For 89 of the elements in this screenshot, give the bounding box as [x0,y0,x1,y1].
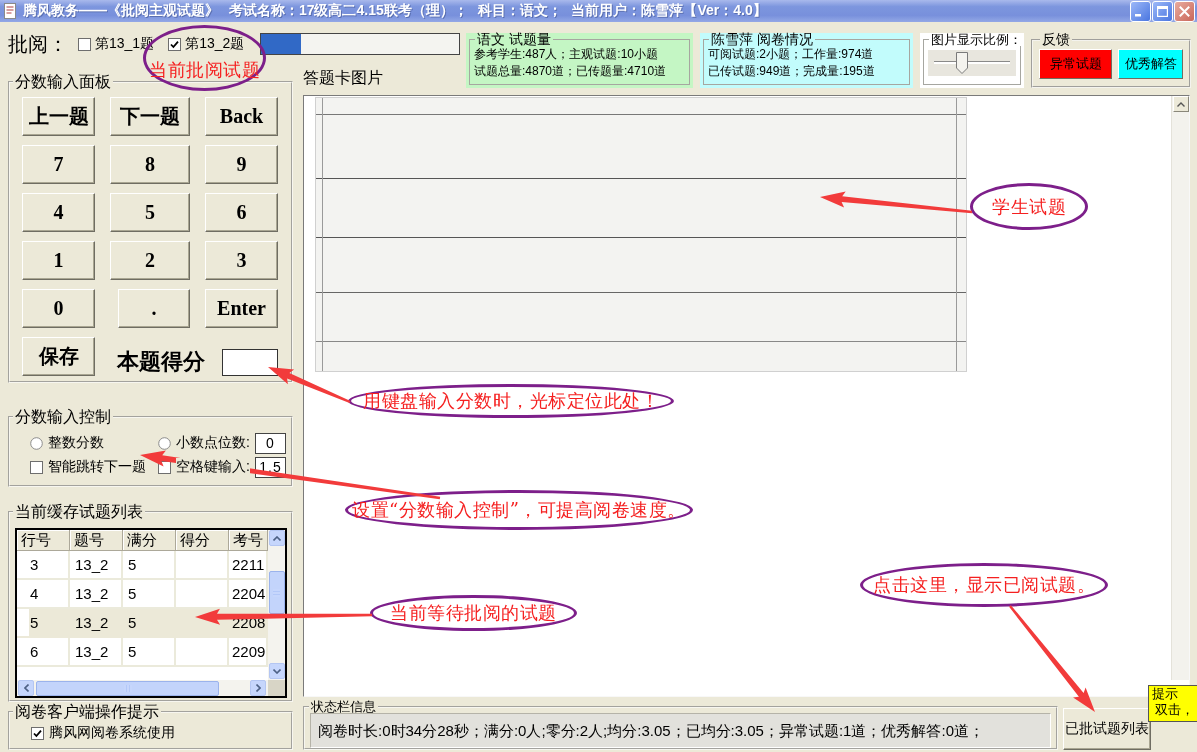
column-header[interactable]: 题号 [70,530,123,551]
scrollbar-corner [268,680,285,696]
number-input-field[interactable]: 0 [255,432,286,454]
keypad-button[interactable]: 5 [110,193,190,232]
keypad-button[interactable]: 3 [205,241,278,280]
save-button[interactable]: 保存 [22,337,95,376]
group-title: 状态栏信息 [310,700,377,713]
keypad-button[interactable]: 9 [205,145,278,184]
option-label[interactable]: 小数点位数: [176,434,250,452]
scroll-right-button[interactable] [250,680,266,696]
group-title: 图片显示比例： [930,33,1023,46]
scroll-up-button[interactable] [268,530,285,546]
document-icon [4,3,16,19]
close-button[interactable] [1174,0,1195,22]
table-cell: 5 [17,609,70,638]
option-label[interactable]: 智能跳转下一题 [48,458,146,476]
callout-bubble: 学生试题 [970,183,1088,230]
column-header[interactable]: 满分 [123,530,176,551]
column-header[interactable]: 得分 [176,530,229,551]
scrollbar-thumb[interactable] [36,680,219,696]
close-icon [1179,5,1190,17]
keypad-button[interactable]: . [118,289,190,328]
keypad-button[interactable]: 2 [110,241,190,280]
stats-line: 可阅试题:2小题；工作量:974道 [708,46,875,63]
option-label[interactable]: 整数分数 [48,434,104,452]
keypad-button[interactable]: Back [205,97,278,136]
maximize-icon [1157,5,1168,17]
stats-line: 参考学生:487人；主观试题:10小题 [474,46,660,63]
score-input-field[interactable] [222,349,278,376]
keypad-button[interactable]: 7 [22,145,95,184]
table-row[interactable]: 6 13_2 5 2209 [17,638,268,667]
option-label[interactable]: 腾风网阅卷系统使用 [49,724,175,742]
callout-bubble: 用键盘输入分数时，光标定位此处！ [348,384,674,418]
keypad-button[interactable]: 1 [22,241,95,280]
checkbox[interactable] [31,726,44,740]
table-cell-text: 5 [127,613,138,633]
minimize-icon [1135,14,1141,17]
table-cell: 5 [123,638,176,667]
checkbox[interactable] [78,37,91,51]
feedback-button[interactable]: 异常试题 [1039,49,1113,79]
maximize-button[interactable] [1152,0,1173,22]
table-row[interactable]: 4 13_2 5 2204 [17,580,268,609]
keypad-button[interactable]: 8 [110,145,190,184]
checkbox[interactable] [30,460,43,474]
review-label: 批阅： [8,31,68,57]
group-title: 阅卷客户端操作提示 [14,703,160,721]
group-title: 反馈 [1041,33,1071,46]
table-cell: 13_2 [70,638,123,667]
keypad-button[interactable]: 0 [22,289,95,328]
scroll-down-button[interactable] [268,663,285,679]
callout-bubble: 点击这里，显示已阅试题。 [860,563,1108,607]
slider-thumb[interactable] [956,52,969,74]
scrollbar-thumb[interactable] [268,571,285,614]
panel-title: 陈雪萍 阅卷情况 [710,33,814,46]
tooltip-title: 提示 [1152,687,1178,701]
radio-button[interactable] [158,436,171,450]
radio-button[interactable] [30,436,43,450]
group-title: 分数输入面板 [14,73,112,91]
scroll-left-button[interactable] [18,680,34,696]
table-cell: 6 [17,638,70,667]
keypad-button[interactable]: 上一题 [22,97,95,136]
minimize-button[interactable] [1130,0,1151,22]
question-label[interactable]: 第13_2题 [185,35,245,53]
keypad-button[interactable]: 4 [22,193,95,232]
window-title: 腾风教务——《批阅主观试题》 考试名称：17级高二4.15联考（理）； 科目：语文； 当前用户：陈雪萍【Ver：4.0】 [23,2,767,20]
table-row[interactable]: 3 13_2 5 2211 [17,551,268,580]
table-cell-text: 13_2 [74,613,110,633]
reviewed-list-button[interactable]: 已批试题列表 [1063,708,1151,750]
panel-title: 语文 试题量 [476,33,552,46]
feedback-button[interactable]: 优秀解答 [1118,49,1183,79]
horizontal-scrollbar[interactable] [17,680,268,696]
checkbox[interactable] [168,37,182,51]
vertical-scrollbar[interactable] [1171,96,1189,680]
score-label: 本题得分 [117,348,205,376]
stats-line: 试题总量:4870道；已传题量:4710道 [474,63,668,80]
column-header[interactable]: 考号 [229,530,268,551]
tooltip-text: 双击， [1154,701,1194,719]
keypad-button[interactable]: 下一题 [110,97,190,136]
group-title: 当前缓存试题列表 [14,503,144,521]
vertical-scrollbar[interactable] [268,530,285,680]
callout-bubble: 当前等待批阅的试题 [370,595,577,631]
option-label[interactable]: 空格键输入: [176,458,250,476]
keypad-button[interactable]: Enter [205,289,278,328]
status-text: 阅卷时长:0时34分28秒；满分:0人;零分:2人;均分:3.05；已均分:3.05；异常试题:1道；优秀解答:0道； [310,713,1051,748]
column-header[interactable]: 行号 [17,530,70,551]
group-title: 分数输入控制 [14,408,112,426]
image-panel-title: 答题卡图片 [303,68,383,88]
keypad-button[interactable]: 6 [205,193,278,232]
stats-line: 已传试题:949道；完成量:195道 [708,63,876,80]
